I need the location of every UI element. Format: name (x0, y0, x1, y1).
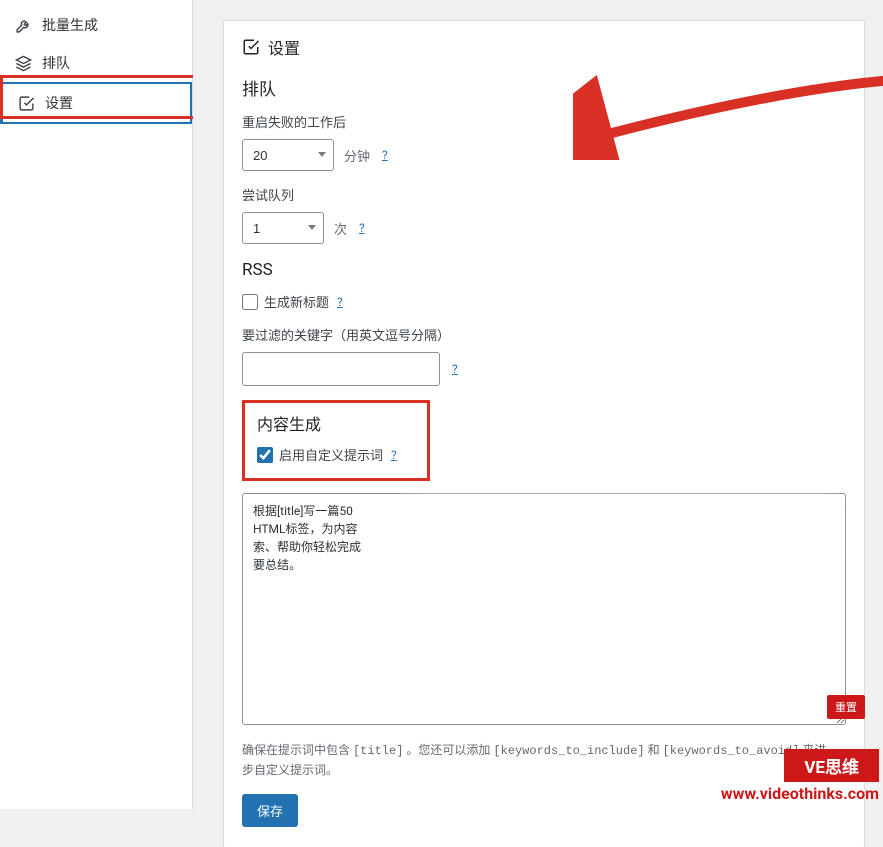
sidebar-item-label: 排队 (42, 53, 70, 73)
check-square-icon (17, 94, 35, 112)
restart-unit: 分钟 (344, 146, 370, 165)
blur-redaction (407, 499, 836, 561)
filter-input[interactable] (242, 352, 440, 386)
watermark: VE思维 www.videothinks.com (721, 749, 879, 803)
attempts-unit: 次 (334, 219, 347, 238)
content-gen-highlight: 内容生成 启用自定义提示词 ? (242, 400, 430, 481)
enable-custom-prompt-checkbox[interactable] (257, 447, 273, 463)
settings-panel: 设置 排队 重启失败的工作后 20 分钟 ? 尝试队列 1 (223, 20, 865, 847)
restart-select[interactable]: 20 (242, 139, 334, 171)
sidebar-item-batch[interactable]: 批量生成 (0, 6, 192, 44)
filter-label: 要过滤的关键字（用英文逗号分隔） (242, 325, 846, 344)
sidebar: 批量生成 排队 设置 (0, 0, 193, 809)
new-title-checkbox[interactable] (242, 294, 258, 310)
layers-icon (14, 54, 32, 72)
reset-button[interactable]: 重置 (827, 695, 865, 719)
sidebar-item-queue[interactable]: 排队 (0, 44, 192, 82)
queue-heading: 排队 (242, 75, 846, 100)
rss-heading: RSS (242, 260, 846, 280)
sidebar-item-label: 设置 (45, 93, 73, 113)
help-link[interactable]: ? (452, 362, 458, 376)
help-link[interactable]: ? (337, 295, 343, 309)
main-content: 设置 排队 重启失败的工作后 20 分钟 ? 尝试队列 1 (193, 0, 883, 809)
attempts-select[interactable]: 1 (242, 212, 324, 244)
new-title-label: 生成新标题 (264, 292, 329, 311)
sidebar-item-settings[interactable]: 设置 (0, 82, 192, 124)
sidebar-item-label: 批量生成 (42, 15, 98, 35)
restart-label: 重启失败的工作后 (242, 112, 846, 131)
save-button[interactable]: 保存 (242, 794, 298, 827)
help-link[interactable]: ? (382, 148, 388, 162)
content-heading: 内容生成 (257, 411, 415, 435)
watermark-tag: VE思维 (784, 749, 879, 782)
check-square-icon (242, 38, 260, 56)
help-link[interactable]: ? (391, 448, 397, 462)
panel-title-text: 设置 (268, 35, 300, 59)
enable-label: 启用自定义提示词 (279, 445, 383, 464)
wrench-icon (14, 16, 32, 34)
watermark-url: www.videothinks.com (721, 784, 879, 803)
attempts-label: 尝试队列 (242, 185, 846, 204)
help-link[interactable]: ? (359, 221, 365, 235)
panel-title: 设置 (242, 35, 846, 59)
